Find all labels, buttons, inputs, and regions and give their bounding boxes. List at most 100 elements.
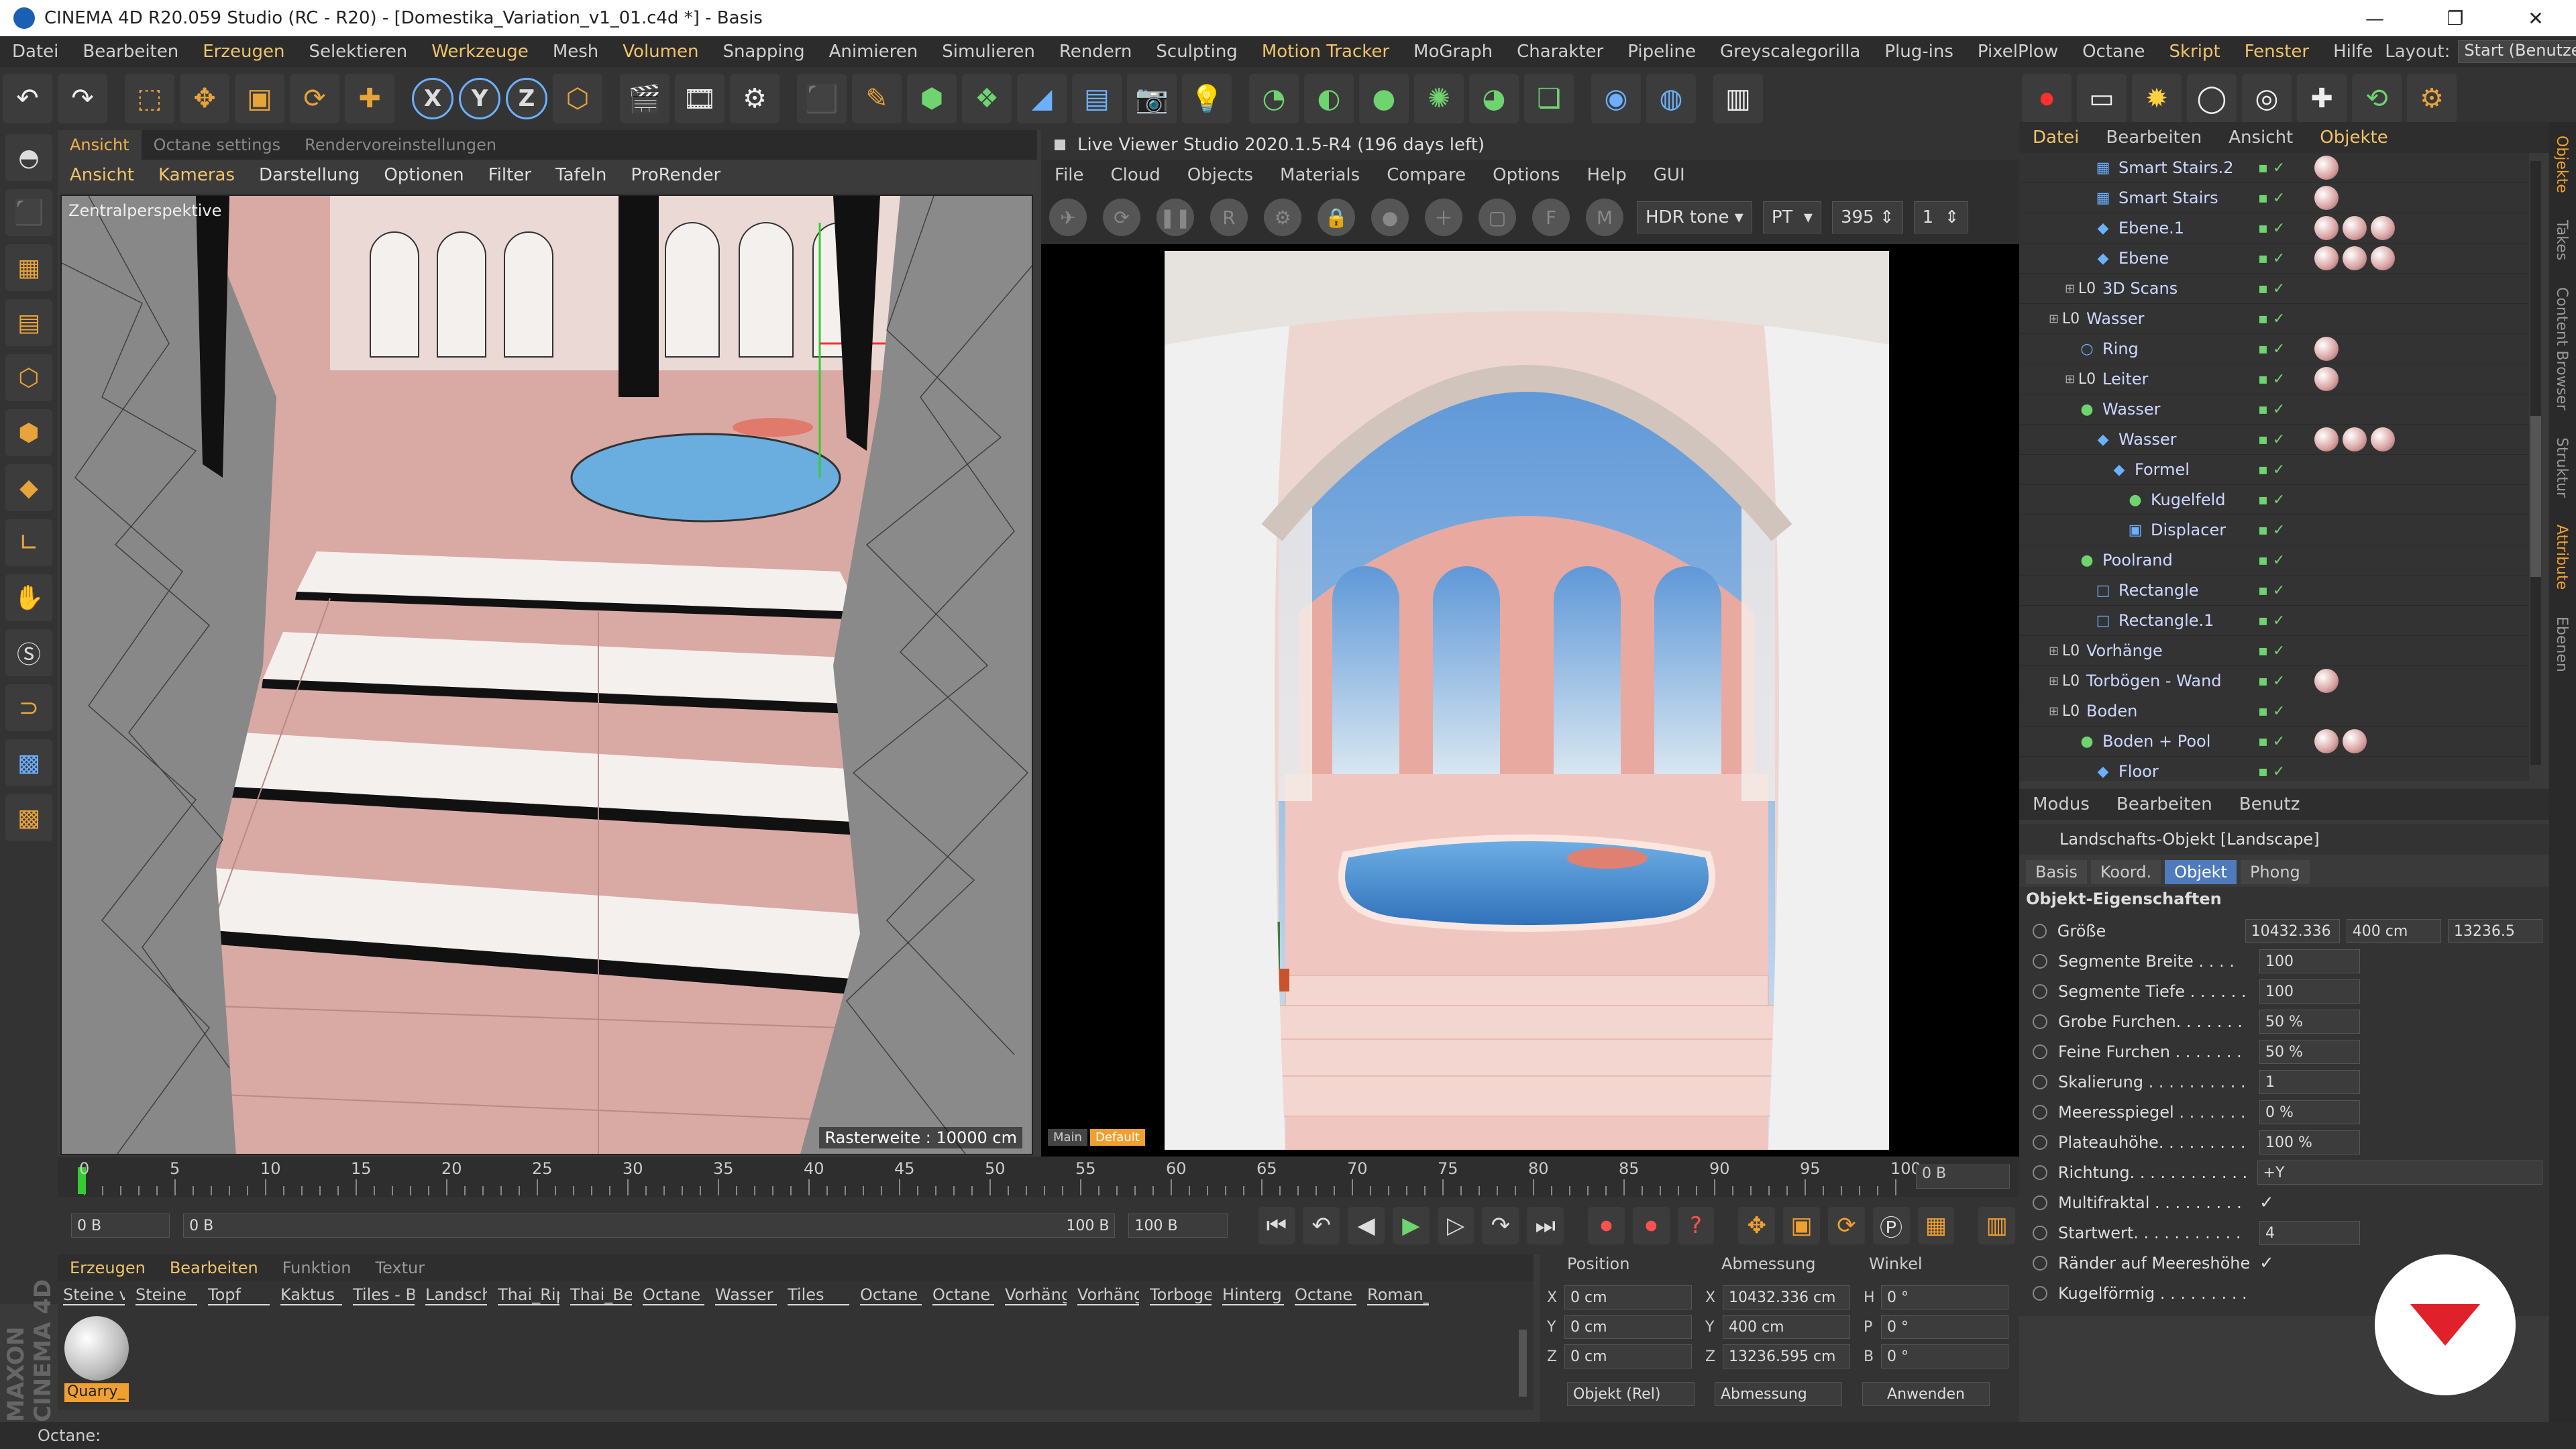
- object-row[interactable]: ◆ Ebene ▪ ✓: [2019, 244, 2529, 274]
- attr-menu-bearbeiten[interactable]: Bearbeiten: [2103, 794, 2226, 814]
- side-tab-content-browser[interactable]: Content Browser: [2549, 274, 2574, 424]
- live-viewer-render-area[interactable]: Main Default: [1041, 244, 2019, 1157]
- material-item[interactable]: Octane: [643, 1285, 704, 1305]
- undo-icon[interactable]: ↶: [3, 74, 52, 123]
- camera-icon[interactable]: 📷: [1127, 74, 1177, 123]
- visibility-check-icon[interactable]: ▪ ✓: [2258, 492, 2285, 508]
- visibility-check-icon[interactable]: ▪ ✓: [2258, 341, 2285, 358]
- pause-render-icon[interactable]: ❚❚: [1157, 199, 1194, 236]
- visibility-check-icon[interactable]: ▪ ✓: [2258, 673, 2285, 690]
- menu-greyscalegorilla[interactable]: Greyscalegorilla: [1708, 42, 1872, 62]
- film-region-icon[interactable]: ▢: [1479, 199, 1516, 236]
- attribute-value-field[interactable]: 1: [2259, 1070, 2360, 1094]
- rotate-icon[interactable]: ⟳: [290, 74, 339, 123]
- viewport-menu-ansicht[interactable]: Ansicht: [58, 165, 146, 185]
- visibility-check-icon[interactable]: ▪ ✓: [2258, 612, 2285, 629]
- obj-menu-objekte[interactable]: Objekte: [2306, 127, 2401, 148]
- octane-hdri-icon[interactable]: ◎: [2242, 74, 2292, 123]
- attribute-value-field[interactable]: 50 %: [2259, 1040, 2360, 1064]
- move-icon[interactable]: ✥: [180, 74, 229, 123]
- material-tag-icon[interactable]: [2343, 729, 2367, 753]
- side-tab-struktur[interactable]: Struktur: [2549, 424, 2574, 511]
- timeline[interactable]: 0 5 10 15 20 25 30 35 40 45 50 55 60 65 70 75 80 85 90 95 10…: [58, 1157, 2019, 1197]
- menu-hilfe[interactable]: Hilfe: [2321, 42, 2385, 62]
- tag-default[interactable]: Default: [1089, 1129, 1145, 1146]
- angle-p-field[interactable]: 0 °: [1881, 1315, 2008, 1339]
- viewport-menu-filter[interactable]: Filter: [476, 165, 543, 185]
- viewport-menu-kameras[interactable]: Kameras: [146, 165, 247, 185]
- material-item[interactable]: Octane: [860, 1285, 922, 1305]
- magnet-icon[interactable]: ⊃: [5, 684, 52, 731]
- next-frame-icon[interactable]: ▷: [1437, 1207, 1474, 1244]
- material-item[interactable]: Octane: [1295, 1285, 1356, 1305]
- visibility-check-icon[interactable]: ▪ ✓: [2258, 703, 2285, 720]
- attribute-value-field[interactable]: 100: [2259, 979, 2360, 1004]
- object-row[interactable]: ◆ Formel ▪ ✓: [2019, 455, 2529, 485]
- render-picture-viewer-icon[interactable]: 🎞: [675, 74, 724, 123]
- deformer-icon[interactable]: ◢: [1017, 74, 1067, 123]
- snap-icon[interactable]: Ⓢ: [5, 629, 52, 676]
- spline-icon[interactable]: ◔: [1249, 74, 1299, 123]
- position-y-field[interactable]: 0 cm: [1564, 1315, 1692, 1339]
- object-row[interactable]: ● Poolrand ▪ ✓: [2019, 545, 2529, 576]
- panel-handle-icon[interactable]: [1055, 140, 1065, 150]
- close-button[interactable]: ✕: [2496, 7, 2576, 30]
- material-item[interactable]: Thai_Be: [570, 1285, 632, 1305]
- visibility-check-icon[interactable]: ▪ ✓: [2258, 250, 2285, 267]
- pen-icon[interactable]: ✎: [852, 74, 902, 123]
- material-tag-icon[interactable]: [2314, 246, 2339, 270]
- octane-sphere-icon[interactable]: ◯: [2187, 74, 2237, 123]
- key-parameter-icon[interactable]: Ⓟ: [1872, 1207, 1910, 1244]
- key-pla-icon[interactable]: ▦: [1917, 1207, 1955, 1244]
- menu-snapping[interactable]: Snapping: [710, 42, 816, 62]
- size-x-field[interactable]: 10432.336 cm: [1723, 1285, 1850, 1309]
- animate-param-icon[interactable]: [2033, 1105, 2047, 1120]
- object-row[interactable]: ▦ Smart Stairs.2 ▪ ✓: [2019, 153, 2529, 183]
- material-tag-icon[interactable]: [2371, 427, 2395, 451]
- viewport-menu-darstellung[interactable]: Darstellung: [247, 165, 372, 185]
- menu-bearbeiten[interactable]: Bearbeiten: [70, 42, 191, 62]
- x-axis-icon[interactable]: X: [412, 78, 453, 119]
- start-frame-field[interactable]: 0 B: [71, 1214, 170, 1238]
- play-icon[interactable]: ▶: [1392, 1207, 1430, 1244]
- object-row[interactable]: ● Boden + Pool ▪ ✓: [2019, 727, 2529, 757]
- polygons-mode-icon[interactable]: ◆: [5, 464, 52, 511]
- material-tag-icon[interactable]: [2371, 246, 2395, 270]
- cube-icon[interactable]: ⬛: [797, 74, 847, 123]
- attr-menu-benutz[interactable]: Benutz: [2226, 794, 2314, 814]
- attribute-checkbox[interactable]: ✓: [2259, 1193, 2274, 1213]
- position-z-field[interactable]: 0 cm: [1564, 1344, 1692, 1368]
- boole-icon[interactable]: ◐: [1304, 74, 1354, 123]
- grid-snap-icon[interactable]: ▩: [5, 794, 52, 841]
- object-row[interactable]: ⊞ L0 Torbögen - Wand ▪ ✓: [2019, 666, 2529, 696]
- attribute-value-field[interactable]: 4: [2259, 1221, 2360, 1245]
- lv-menu-gui[interactable]: GUI: [1640, 165, 1699, 185]
- mat-menu-funktion[interactable]: Funktion: [270, 1258, 364, 1277]
- menu-werkzeuge[interactable]: Werkzeuge: [419, 42, 541, 62]
- material-scrollbar[interactable]: [1519, 1330, 1527, 1397]
- region-render-icon[interactable]: R: [1210, 199, 1248, 236]
- add-region-icon[interactable]: ＋: [1425, 199, 1462, 236]
- workplane-icon[interactable]: ▤: [5, 299, 52, 346]
- send-scene-icon[interactable]: ✈: [1049, 199, 1087, 236]
- octane-refresh-icon[interactable]: ⟲: [2352, 74, 2402, 123]
- visibility-check-icon[interactable]: ▪ ✓: [2258, 431, 2285, 448]
- angle-b-field[interactable]: 0 °: [1881, 1344, 2008, 1368]
- key-scale-icon[interactable]: ▣: [1783, 1207, 1820, 1244]
- menu-erzeugen[interactable]: Erzeugen: [191, 42, 297, 62]
- visibility-check-icon[interactable]: ▪ ✓: [2258, 733, 2285, 750]
- object-row[interactable]: □ Rectangle ▪ ✓: [2019, 576, 2529, 606]
- attribute-value-field[interactable]: 10432.336: [2245, 919, 2340, 943]
- material-tag-icon[interactable]: [2343, 246, 2367, 270]
- keyframe-selection-icon[interactable]: ?: [1677, 1207, 1715, 1244]
- goto-start-icon[interactable]: ⏮: [1258, 1207, 1295, 1244]
- octane-object-icon[interactable]: ◉: [1591, 74, 1641, 123]
- grid-lock-icon[interactable]: ▩: [5, 739, 52, 786]
- attr-menu-modus[interactable]: Modus: [2019, 794, 2103, 814]
- object-row[interactable]: ● Kugelfeld ▪ ✓: [2019, 485, 2529, 515]
- script-manager-icon[interactable]: ▥: [1713, 74, 1763, 123]
- attribute-value-field[interactable]: +Y: [2257, 1161, 2542, 1185]
- edges-mode-icon[interactable]: ⬢: [5, 409, 52, 456]
- material-item[interactable]: Vorhäng: [1077, 1285, 1139, 1305]
- attribute-value-field[interactable]: 13236.5: [2447, 919, 2542, 943]
